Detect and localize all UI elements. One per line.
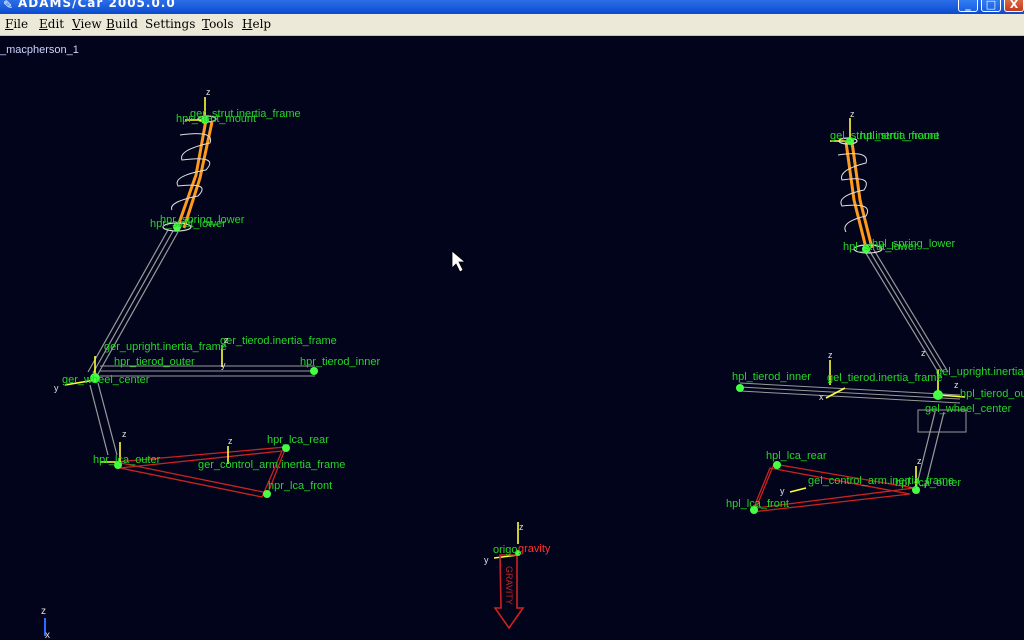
- left-axis-markers: [789, 118, 966, 493]
- label-hpr-tierod-inner: hpr_tierod_inner: [300, 356, 380, 368]
- label-origo: origo: [493, 544, 517, 556]
- svg-text:z: z: [954, 380, 959, 390]
- label-gel-upright-inertia: gel_upright.inertia_frame: [936, 366, 1024, 378]
- menu-build[interactable]: Build: [106, 17, 138, 31]
- menu-edit[interactable]: Edit: [39, 17, 64, 31]
- label-hpr-tierod-outer: hpr_tierod_outer: [114, 356, 195, 368]
- svg-text:y: y: [221, 360, 226, 370]
- label-hpl-tierod-inner: hpl_tierod_inner: [732, 371, 811, 383]
- suspension-model: hpr_strut_mount ger_strut.inertia_frame …: [41, 87, 1024, 640]
- svg-text:z: z: [122, 429, 127, 439]
- title-bar[interactable]: ✎ ADAMS/Car 2005.0.0 _ □ X: [0, 0, 1024, 14]
- label-gravity: gravity: [518, 543, 551, 555]
- svg-text:y: y: [484, 555, 489, 565]
- label-hpr-lca-rear: hpr_lca_rear: [267, 434, 329, 446]
- svg-text:y: y: [54, 383, 59, 393]
- svg-text:z: z: [850, 109, 855, 119]
- label-ger-control-arm-inertia: ger_control_arm.inertia_frame: [198, 459, 345, 471]
- right-axis-markers: [64, 97, 229, 464]
- svg-text:y: y: [780, 486, 785, 496]
- label-hpl-lca-front: hpl_lca_front: [726, 498, 789, 510]
- label-hpr-strut-lower: hpr_strut_lower: [150, 218, 226, 230]
- adams-app-icon: ✎: [3, 0, 14, 12]
- label-hpl-spring-lower: hpl_spring_lower: [872, 238, 955, 250]
- menu-file[interactable]: File: [5, 17, 28, 31]
- mouse-cursor-icon: [451, 250, 467, 273]
- menu-tools[interactable]: Tools: [202, 17, 234, 31]
- menu-settings[interactable]: Settings: [145, 17, 195, 31]
- close-button[interactable]: X: [1004, 0, 1024, 12]
- svg-text:x: x: [819, 392, 824, 402]
- label-hpr-lca-front: hpr_lca_front: [268, 480, 332, 492]
- svg-text:z: z: [921, 348, 926, 358]
- minimize-button[interactable]: _: [958, 0, 978, 12]
- window-title: ADAMS/Car 2005.0.0: [18, 0, 176, 10]
- label-gel-wheel-center: gel_wheel_center: [925, 403, 1012, 415]
- menu-bar: File Edit View Build Settings Tools Help: [0, 14, 1024, 36]
- label-hpl-lca-outer: hpl_lca_outer: [895, 477, 961, 489]
- left-spring[interactable]: [837, 137, 883, 254]
- label-ger-tierod-inertia: ger_tierod.inertia_frame: [220, 335, 337, 347]
- svg-text:z: z: [224, 335, 229, 345]
- label-ger-wheel-center: ger_wheel_center: [62, 374, 150, 386]
- world-axis-triad: z x: [41, 606, 50, 640]
- label-hpl-lca-rear: hpl_lca_rear: [766, 450, 827, 462]
- label-hpl-strut-mount: hpl_strut_mount: [860, 130, 939, 142]
- maximize-button[interactable]: □: [981, 0, 1001, 12]
- svg-text:z: z: [828, 350, 833, 360]
- graphics-viewport[interactable]: _macpherson_1 hpr_strut_mount ger_strut.…: [0, 36, 1024, 640]
- menu-view[interactable]: View: [72, 17, 102, 31]
- label-gel-tierod-inertia: gel_tierod.inertia_frame: [827, 372, 943, 384]
- label-ger-strut-inertia: ger_strut.inertia_frame: [190, 108, 301, 120]
- gravity-arrow-text: GRAVITY: [504, 566, 514, 605]
- label-hpr-lca-outer: hpr_lca_outer: [93, 454, 161, 466]
- svg-text:z: z: [206, 87, 211, 97]
- svg-text:z: z: [917, 456, 922, 466]
- svg-text:z: z: [41, 606, 46, 617]
- label-ger-upright-inertia: ger_upright.inertia_frame: [104, 341, 227, 353]
- menu-help[interactable]: Help: [242, 17, 271, 31]
- svg-text:x: x: [45, 630, 50, 640]
- label-hpl-tierod-outer: hpl_tierod_outer: [960, 388, 1024, 400]
- svg-text:z: z: [228, 436, 233, 446]
- svg-text:z: z: [519, 522, 524, 532]
